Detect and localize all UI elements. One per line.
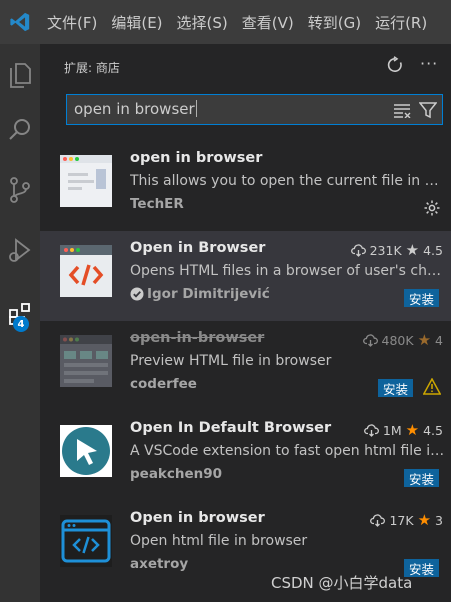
extensions-sidebar: 扩展: 商店 ··· open in browser open in brows… — [40, 44, 451, 602]
explorer-icon[interactable] — [0, 50, 40, 98]
download-cloud-icon — [350, 244, 366, 257]
filter-icon[interactable] — [418, 101, 438, 123]
publisher-name: coderfee — [130, 376, 197, 392]
extension-logo-icon — [60, 155, 112, 207]
star-icon: ★ — [405, 421, 420, 439]
extension-name: open-in-browser — [130, 330, 265, 346]
star-icon: ★ — [417, 511, 432, 529]
vscode-logo-icon — [0, 0, 40, 44]
menu-view[interactable]: 查看(V) — [235, 12, 301, 33]
publisher-name: peakchen90 — [130, 466, 223, 482]
download-count: 231K — [369, 243, 402, 258]
download-cloud-icon — [362, 334, 378, 347]
extension-description: Opens HTML files in a browser of user's … — [130, 263, 445, 279]
menu-selection[interactable]: 选择(S) — [170, 12, 235, 33]
run-debug-icon[interactable] — [0, 226, 40, 274]
extension-stats: 1M ★ 4.5 — [363, 421, 443, 439]
search-icon[interactable] — [0, 106, 40, 154]
star-icon: ★ — [417, 331, 432, 349]
extension-stats: 231K ★ 4.5 — [350, 241, 443, 259]
extension-item[interactable]: open-in-browser Preview HTML file in bro… — [40, 321, 451, 411]
download-cloud-icon — [363, 424, 379, 437]
extension-name: Open In Default Browser — [130, 420, 332, 436]
sidebar-title: 扩展: 商店 — [64, 61, 120, 75]
refresh-icon[interactable] — [386, 56, 404, 78]
install-button[interactable]: 安装 — [377, 379, 413, 397]
download-cloud-icon — [370, 514, 386, 527]
menu-go[interactable]: 转到(G) — [301, 12, 368, 33]
extension-publisher: Igor Dimitrijević — [130, 286, 270, 302]
rating-value: 3 — [435, 513, 443, 528]
extension-item[interactable]: Open In Default Browser A VSCode extensi… — [40, 411, 451, 501]
watermark: CSDN @小白学data — [271, 574, 413, 592]
extension-description: Preview HTML file in browser — [130, 353, 332, 369]
extension-publisher: TechER — [130, 196, 184, 212]
extension-logo-icon — [60, 245, 112, 297]
text-caret — [195, 100, 197, 117]
publisher-name: TechER — [130, 196, 184, 212]
manage-gear-icon[interactable] — [423, 199, 441, 221]
rating-value: 4.5 — [423, 243, 443, 258]
extension-description: This allows you to open the current file… — [130, 173, 445, 189]
download-count: 17K — [389, 513, 414, 528]
activity-bar: 4 — [0, 44, 40, 602]
extension-name: Open in browser — [130, 510, 265, 526]
extension-logo-icon — [60, 335, 112, 387]
publisher-name: axetroy — [130, 556, 189, 572]
warning-icon[interactable] — [422, 377, 442, 399]
extension-publisher: axetroy — [130, 556, 188, 572]
extension-item[interactable]: open in browser This allows you to open … — [40, 141, 451, 231]
extension-item[interactable]: Open in Browser Opens HTML files in a br… — [40, 231, 451, 321]
extension-description: A VSCode extension to fast open html fil… — [130, 443, 445, 459]
extension-logo-icon — [60, 515, 112, 567]
source-control-icon[interactable] — [0, 166, 40, 214]
search-box[interactable]: open in browser — [66, 94, 443, 125]
search-input[interactable]: open in browser — [74, 100, 197, 118]
search-input-value: open in browser — [74, 100, 195, 118]
extension-stats: 17K ★ 3 — [370, 513, 443, 528]
extensions-badge: 4 — [13, 316, 29, 332]
star-icon: ★ — [405, 241, 420, 259]
extension-publisher: peakchen90 — [130, 466, 222, 482]
extension-name: open in browser — [130, 150, 263, 166]
clear-results-icon[interactable] — [393, 102, 412, 122]
verified-publisher-icon — [130, 287, 144, 301]
install-button[interactable]: 安装 — [403, 469, 439, 487]
publisher-name: Igor Dimitrijević — [147, 286, 270, 302]
sidebar-header: 扩展: 商店 ··· — [40, 44, 451, 90]
extension-name: Open in Browser — [130, 240, 266, 256]
install-button[interactable]: 安装 — [403, 289, 439, 307]
menu-bar: 文件(F) 编辑(E) 选择(S) 查看(V) 转到(G) 运行(R) — [0, 0, 451, 44]
more-actions-icon[interactable]: ··· — [420, 54, 438, 73]
extension-stats: 480K ★ 4 — [362, 331, 443, 349]
download-count: 480K — [381, 333, 414, 348]
extension-description: Open html file in browser — [130, 533, 308, 549]
menu-run[interactable]: 运行(R) — [368, 12, 434, 33]
extension-publisher: coderfee — [130, 376, 197, 392]
download-count: 1M — [382, 423, 402, 438]
extension-logo-icon — [60, 425, 112, 477]
menu-file[interactable]: 文件(F) — [40, 12, 104, 33]
rating-value: 4 — [435, 333, 443, 348]
menu-edit[interactable]: 编辑(E) — [104, 12, 169, 33]
rating-value: 4.5 — [423, 423, 443, 438]
